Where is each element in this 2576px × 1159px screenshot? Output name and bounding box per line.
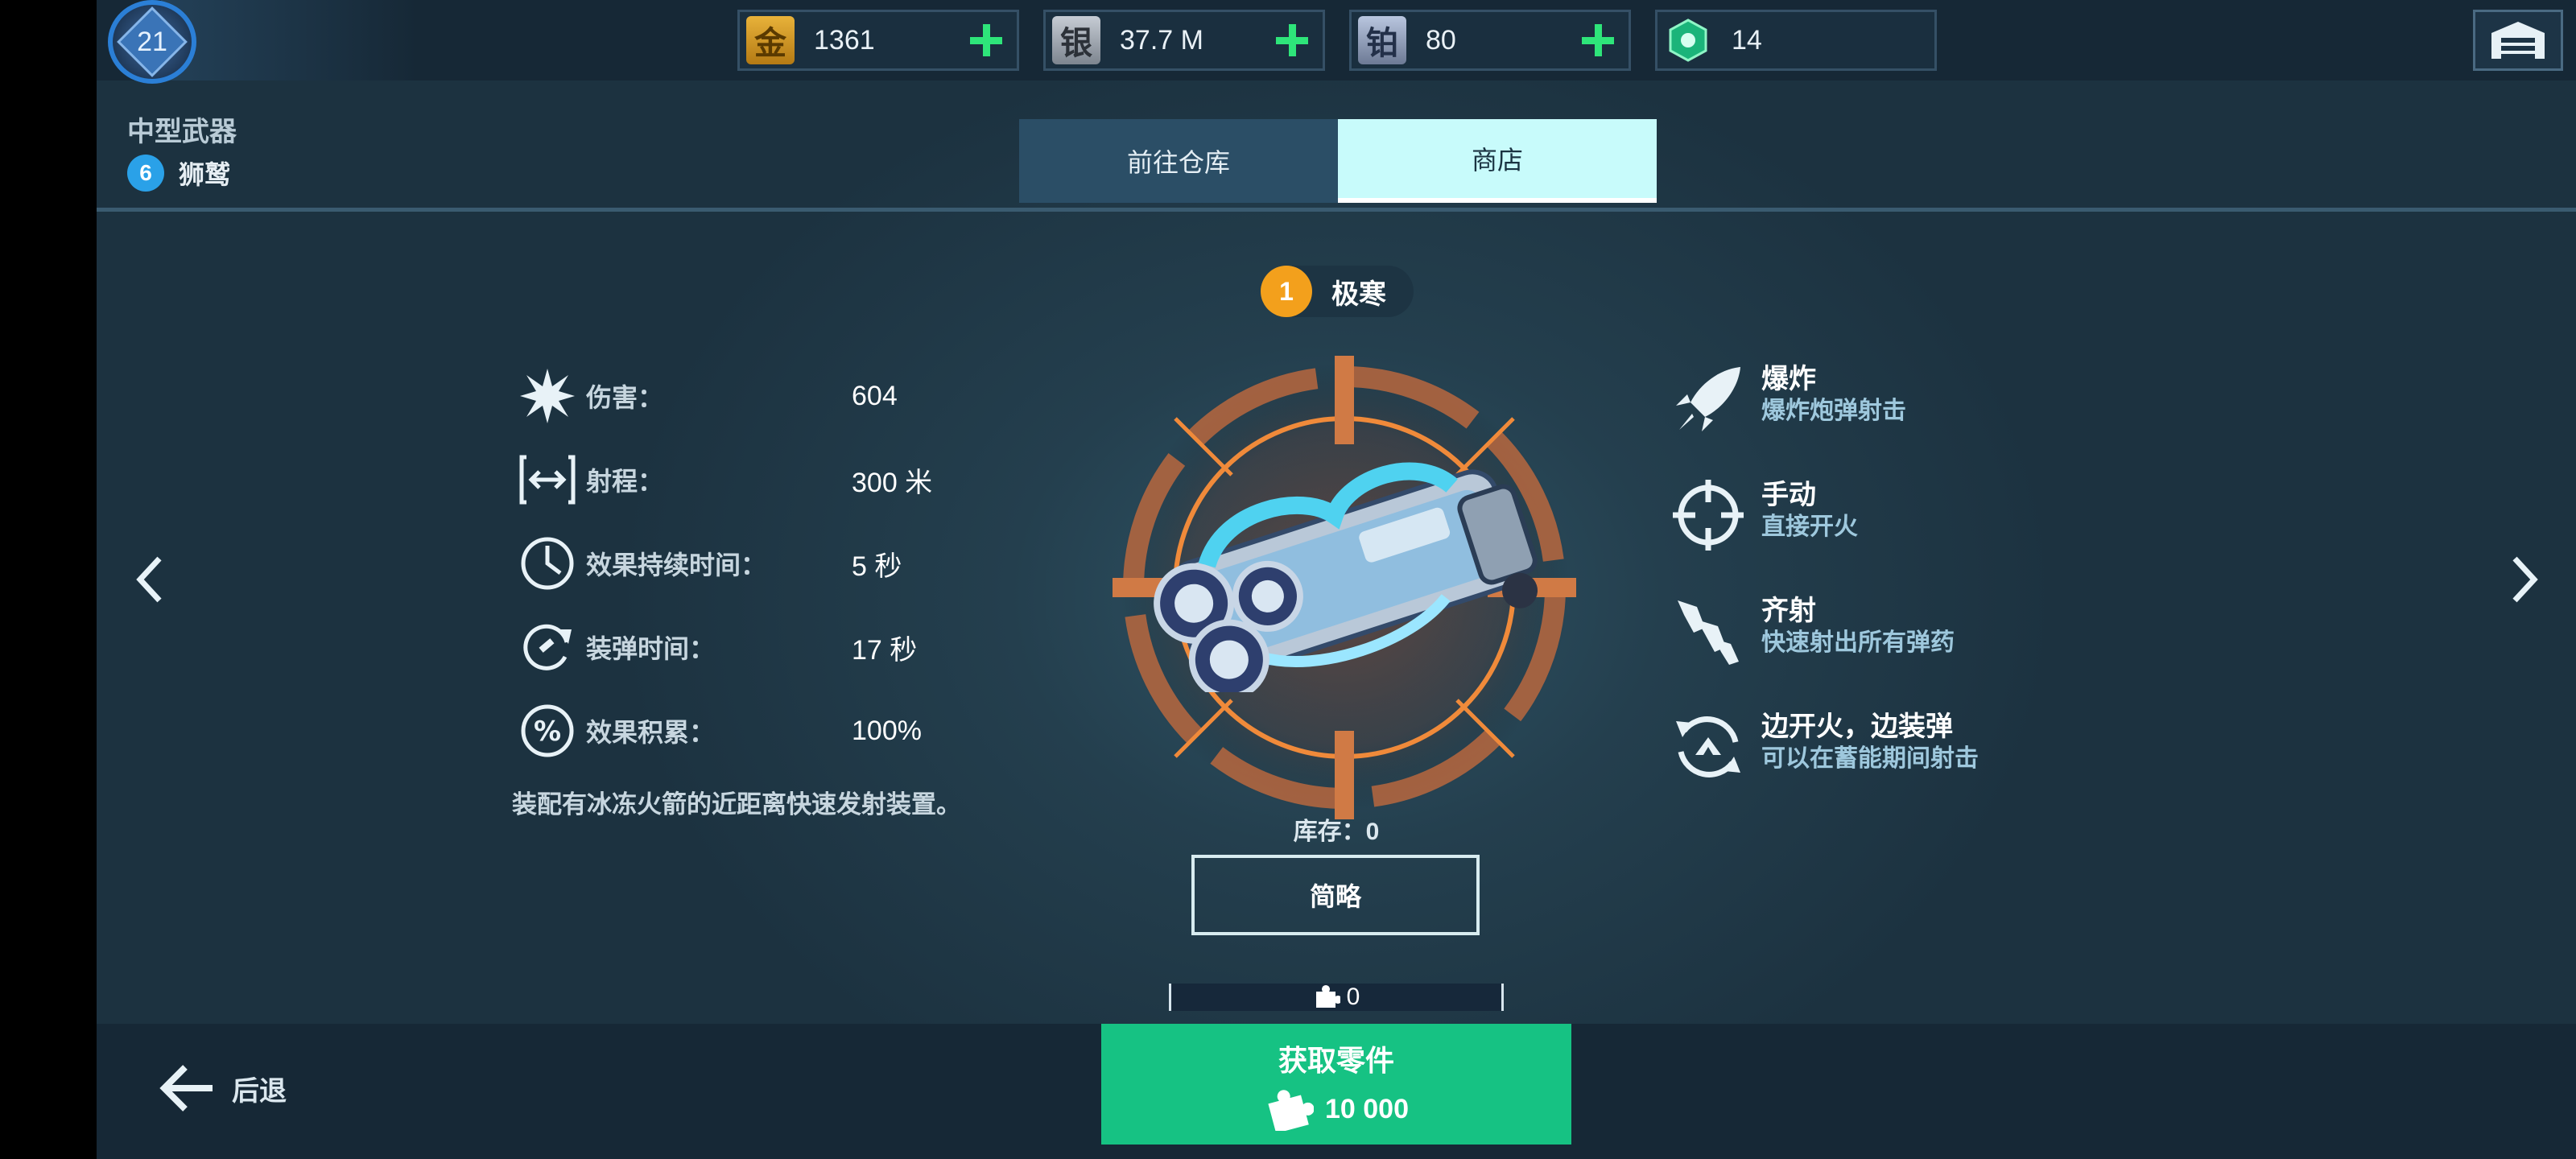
stock-count: 库存：0 xyxy=(1293,819,1380,845)
back-label: 后退 xyxy=(232,1075,287,1107)
explosion-icon xyxy=(515,364,580,428)
rarity-badge: 1 极寒 xyxy=(1261,266,1414,317)
gold-value: 1361 xyxy=(814,24,875,56)
feature-salvo: 齐射 快速射出所有弹药 xyxy=(1670,592,2153,681)
puzzle-icon xyxy=(1268,1090,1314,1131)
tab-warehouse[interactable]: 前往仓库 xyxy=(1019,119,1338,203)
puzzle-icon xyxy=(1315,985,1340,1008)
silver-value: 37.7 M xyxy=(1120,24,1203,56)
stat-value: 17 秒 xyxy=(852,634,918,666)
parts-progress: 0 xyxy=(1169,984,1504,1011)
stat-value: 5 秒 xyxy=(852,551,902,582)
weapon-description: 装配有冰冻火箭的近距离快速发射装置。 xyxy=(512,790,961,819)
stat-label: 装弹时间： xyxy=(586,634,716,663)
tabs-divider xyxy=(97,208,2576,212)
range-icon xyxy=(515,448,580,512)
arrow-left-icon xyxy=(159,1065,213,1112)
feature-desc: 直接开火 xyxy=(1761,514,1858,540)
parts-count: 0 xyxy=(1346,984,1360,1010)
platinum-value: 80 xyxy=(1426,24,1456,56)
tab-bar: 前往仓库 商店 xyxy=(1019,119,1657,203)
feature-desc: 爆炸炮弹射击 xyxy=(1761,398,1906,424)
garage-icon xyxy=(2491,22,2545,59)
game-screen: 21 金 1361 银 37.7 M 铂 80 14 中型武器 6 狮鹫 前往仓… xyxy=(97,0,2576,1159)
next-weapon-button[interactable] xyxy=(2500,547,2549,612)
level-glow xyxy=(161,0,419,80)
tab-store[interactable]: 商店 xyxy=(1338,119,1657,203)
percent-icon: % xyxy=(515,699,580,763)
stat-label: 伤害： xyxy=(586,383,664,412)
stat-label: 效果积累： xyxy=(586,718,716,747)
feature-title: 边开火，边装弹 xyxy=(1761,711,1953,742)
weapon-name: 狮鹫 xyxy=(179,160,231,189)
fire-reload-icon xyxy=(1670,708,1747,786)
currency-silver: 银 37.7 M xyxy=(1043,10,1325,71)
salvo-icon xyxy=(1670,592,1747,670)
weapon-image xyxy=(1154,462,1538,692)
feature-desc: 快速射出所有弹药 xyxy=(1761,629,1955,656)
rocket-icon xyxy=(1670,361,1747,438)
weapon-name-row: 6 狮鹫 xyxy=(127,155,230,192)
gem-icon xyxy=(1664,16,1712,64)
stat-effect-buildup: % 效果积累： 100% xyxy=(515,697,1079,765)
chevron-left-icon xyxy=(136,556,162,603)
crosshair-icon xyxy=(1670,476,1747,554)
stat-range: 射程： 300 米 xyxy=(515,446,1079,514)
summary-button[interactable]: 简略 xyxy=(1191,855,1480,935)
gem-value: 14 xyxy=(1732,24,1762,56)
back-button[interactable]: 后退 xyxy=(158,1056,287,1120)
feature-desc: 可以在蓄能期间射击 xyxy=(1761,745,1979,772)
feature-title: 齐射 xyxy=(1761,596,1816,626)
add-platinum-button[interactable] xyxy=(1579,21,1617,60)
currency-gem: 14 xyxy=(1655,10,1937,71)
rarity-number: 1 xyxy=(1261,266,1312,317)
feature-title: 手动 xyxy=(1761,480,1816,510)
reload-icon xyxy=(515,615,580,679)
get-parts-label: 获取零件 xyxy=(1278,1044,1394,1077)
add-gold-button[interactable] xyxy=(967,21,1005,60)
feature-title: 爆炸 xyxy=(1761,364,1816,394)
weapon-level-badge: 6 xyxy=(127,155,164,192)
feature-manual: 手动 直接开火 xyxy=(1670,476,2153,565)
chevron-right-icon xyxy=(2512,556,2538,603)
gold-icon: 金 xyxy=(746,16,795,64)
stat-duration: 效果持续时间： 5 秒 xyxy=(515,530,1079,597)
rarity-name: 极寒 xyxy=(1331,278,1386,310)
stat-value: 300 米 xyxy=(852,467,933,498)
player-level: 21 xyxy=(137,26,167,57)
add-silver-button[interactable] xyxy=(1273,21,1311,60)
player-level-badge[interactable]: 21 xyxy=(108,0,196,84)
stat-label: 效果持续时间： xyxy=(586,551,767,580)
currency-platinum: 铂 80 xyxy=(1349,10,1631,71)
weapon-category: 中型武器 xyxy=(127,117,237,147)
svg-text:%: % xyxy=(534,716,561,748)
stat-label: 射程： xyxy=(586,467,664,496)
stat-reload: 装弹时间： 17 秒 xyxy=(515,613,1079,681)
currency-gold: 金 1361 xyxy=(737,10,1019,71)
get-parts-price-row: 10 000 xyxy=(1264,1087,1409,1131)
stat-value: 604 xyxy=(852,380,898,411)
feature-explosive: 爆炸 爆炸炮弹射击 xyxy=(1670,361,2153,449)
stat-value: 100% xyxy=(852,715,922,746)
get-parts-button[interactable]: 获取零件 10 000 xyxy=(1101,1024,1571,1145)
top-bar xyxy=(97,0,2576,80)
garage-button[interactable] xyxy=(2473,10,2563,71)
feature-fire-while-reloading: 边开火，边装弹 可以在蓄能期间射击 xyxy=(1670,708,2153,797)
silver-icon: 银 xyxy=(1052,16,1100,64)
stat-damage: 伤害： 604 xyxy=(515,362,1079,430)
get-parts-price: 10 000 xyxy=(1325,1093,1409,1124)
duration-icon xyxy=(515,531,580,596)
previous-weapon-button[interactable] xyxy=(126,547,174,612)
platinum-icon: 铂 xyxy=(1358,16,1406,64)
